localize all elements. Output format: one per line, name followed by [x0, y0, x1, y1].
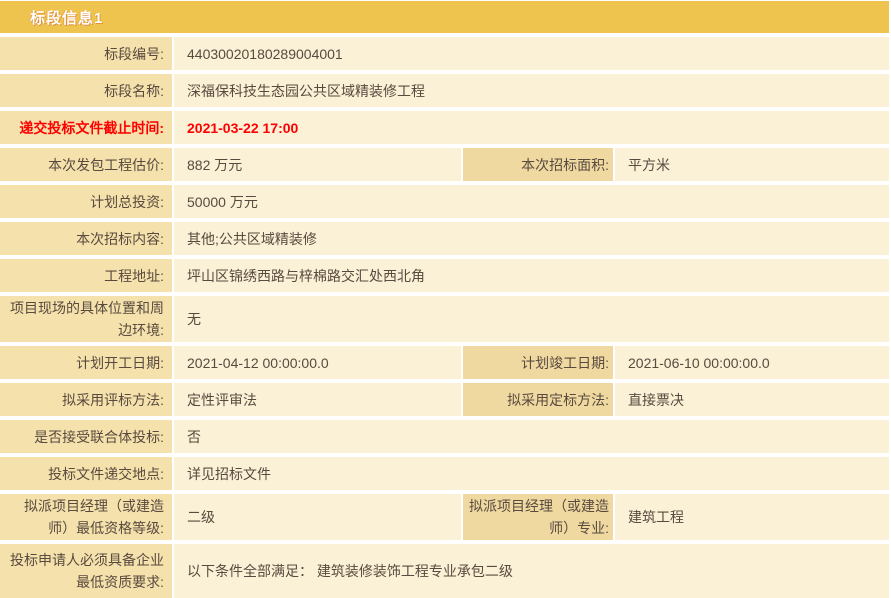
- row-tender-content: 本次招标内容: 其他;公共区域精装修: [0, 222, 889, 255]
- row-project-address: 工程地址: 坪山区锦绣西路与梓棉路交汇处西北角: [0, 259, 889, 292]
- bid-submission-place-label: 投标文件递交地点:: [0, 457, 172, 490]
- award-method-value: 直接票决: [615, 383, 889, 416]
- bid-deadline-value: 2021-03-22 17:00: [174, 111, 889, 144]
- section-name-value: 深福保科技生态园公共区域精装修工程: [174, 74, 889, 107]
- project-estimate-label: 本次发包工程估价:: [0, 148, 172, 181]
- row-site-environment: 项目现场的具体位置和周边环境: 无: [0, 296, 889, 342]
- planned-start-date-value: 2021-04-12 00:00:00.0: [174, 346, 461, 379]
- planned-start-date-label: 计划开工日期:: [0, 346, 172, 379]
- tender-content-value: 其他;公共区域精装修: [174, 222, 889, 255]
- manager-specialty-value: 建筑工程: [615, 494, 889, 540]
- consortium-bidding-label: 是否接受联合体投标:: [0, 420, 172, 453]
- tender-area-label: 本次招标面积:: [463, 148, 613, 181]
- bid-deadline-label: 递交投标文件截止时间:: [0, 111, 172, 144]
- qualification-requirements-value: 以下条件全部满足： 建筑装修装饰工程专业承包二级: [174, 544, 889, 598]
- evaluation-method-label: 拟采用评标方法:: [0, 383, 172, 416]
- section-name-label: 标段名称:: [0, 74, 172, 107]
- section-number-label: 标段编号:: [0, 37, 172, 70]
- qualification-requirements-label: 投标申请人必须具备企业最低资质要求:: [0, 544, 172, 598]
- tender-section-table: 标段信息1 标段编号: 44030020180289004001 标段名称: 深…: [0, 0, 889, 598]
- row-bid-submission-place: 投标文件递交地点: 详见招标文件: [0, 457, 889, 490]
- row-start-and-completion-date: 计划开工日期: 2021-04-12 00:00:00.0 计划竣工日期: 20…: [0, 346, 889, 379]
- planned-completion-date-label: 计划竣工日期:: [463, 346, 613, 379]
- section-header-bar: 标段信息1: [0, 1, 889, 33]
- planned-investment-label: 计划总投资:: [0, 185, 172, 218]
- award-method-label: 拟采用定标方法:: [463, 383, 613, 416]
- project-estimate-value: 882 万元: [174, 148, 461, 181]
- row-manager-qualification: 拟派项目经理（或建造师）最低资格等级: 二级 拟派项目经理（或建造师）专业: 建…: [0, 494, 889, 540]
- row-qualification-requirements: 投标申请人必须具备企业最低资质要求: 以下条件全部满足： 建筑装修装饰工程专业承…: [0, 544, 889, 598]
- planned-investment-value: 50000 万元: [174, 185, 889, 218]
- row-section-number: 标段编号: 44030020180289004001: [0, 37, 889, 70]
- manager-specialty-label: 拟派项目经理（或建造师）专业:: [463, 494, 613, 540]
- tender-content-label: 本次招标内容:: [0, 222, 172, 255]
- site-environment-label: 项目现场的具体位置和周边环境:: [0, 296, 172, 342]
- bid-submission-place-value: 详见招标文件: [174, 457, 889, 490]
- tender-area-value: 平方米: [615, 148, 889, 181]
- project-address-label: 工程地址:: [0, 259, 172, 292]
- row-evaluation-and-award-method: 拟采用评标方法: 定性评审法 拟采用定标方法: 直接票决: [0, 383, 889, 416]
- row-estimate-and-area: 本次发包工程估价: 882 万元 本次招标面积: 平方米: [0, 148, 889, 181]
- project-address-value: 坪山区锦绣西路与梓棉路交汇处西北角: [174, 259, 889, 292]
- manager-qualification-value: 二级: [174, 494, 461, 540]
- section-number-value: 44030020180289004001: [174, 37, 889, 70]
- section-title: 标段信息1: [30, 7, 103, 28]
- site-environment-value: 无: [174, 296, 889, 342]
- planned-completion-date-value: 2021-06-10 00:00:00.0: [615, 346, 889, 379]
- evaluation-method-value: 定性评审法: [174, 383, 461, 416]
- row-bid-deadline: 递交投标文件截止时间: 2021-03-22 17:00: [0, 111, 889, 144]
- consortium-bidding-value: 否: [174, 420, 889, 453]
- manager-qualification-label: 拟派项目经理（或建造师）最低资格等级:: [0, 494, 172, 540]
- row-planned-investment: 计划总投资: 50000 万元: [0, 185, 889, 218]
- row-consortium-bidding: 是否接受联合体投标: 否: [0, 420, 889, 453]
- row-section-name: 标段名称: 深福保科技生态园公共区域精装修工程: [0, 74, 889, 107]
